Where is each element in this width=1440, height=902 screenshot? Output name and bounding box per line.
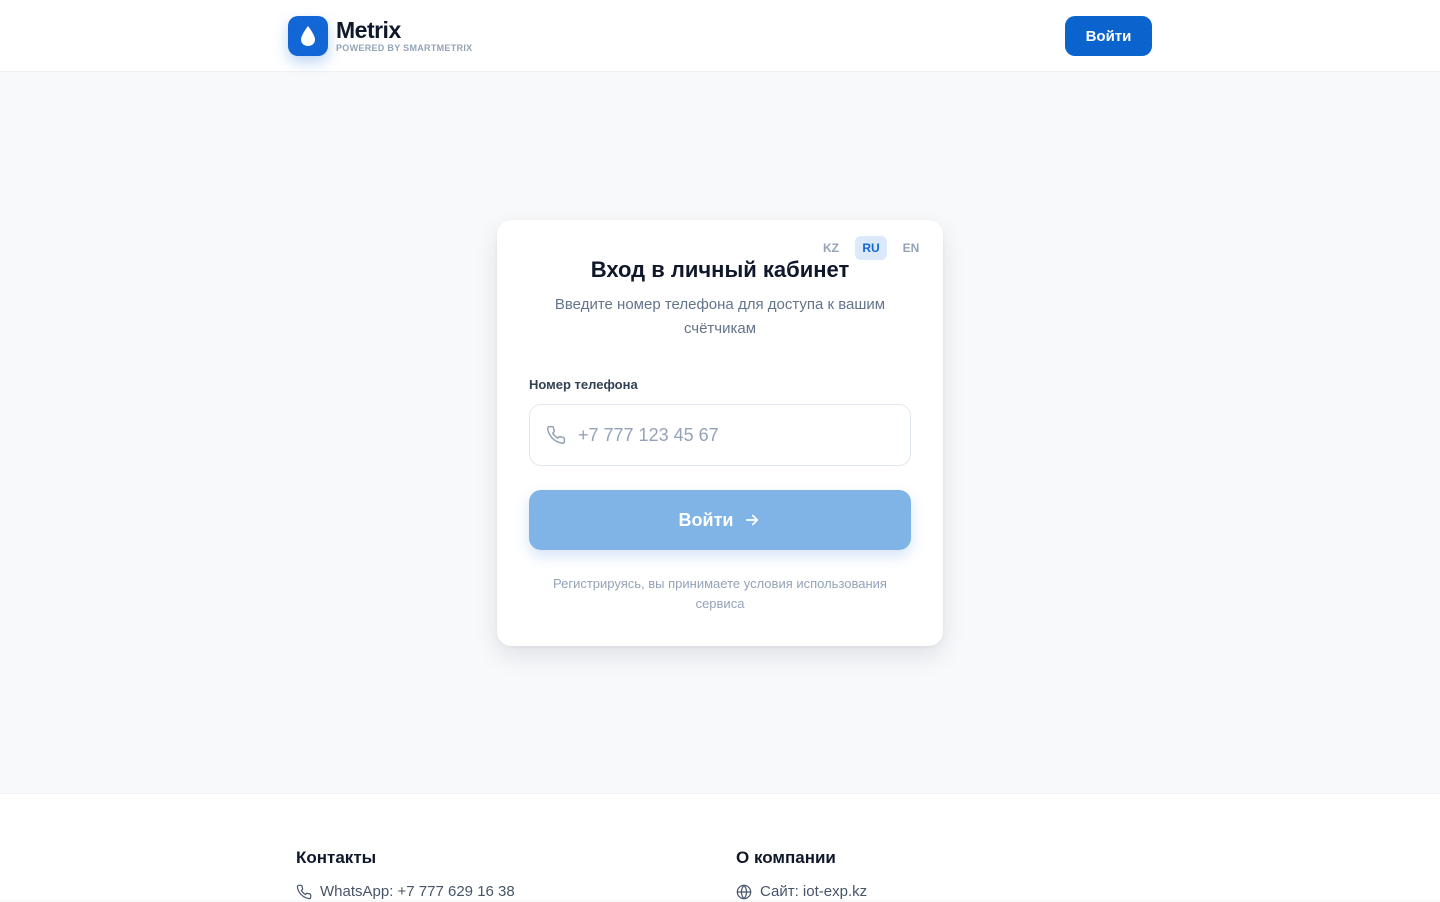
phone-input[interactable]	[578, 415, 898, 455]
footer-contacts: Контакты WhatsApp: +7 777 629 16 38	[296, 848, 515, 902]
footer-website[interactable]: Сайт: iot-exp.kz	[736, 882, 867, 902]
phone-label: Номер телефона	[529, 377, 638, 392]
footer: Контакты WhatsApp: +7 777 629 16 38 О ко…	[0, 793, 1440, 900]
footer-whatsapp[interactable]: WhatsApp: +7 777 629 16 38	[296, 882, 515, 902]
phone-field[interactable]	[529, 404, 911, 466]
footer-website-text: Сайт: iot-exp.kz	[760, 883, 868, 900]
footer-company-heading: О компании	[736, 848, 836, 867]
login-card: KZ RU EN Вход в личный кабинет Введите н…	[497, 220, 943, 646]
logo-tile[interactable]	[288, 16, 328, 56]
terms-text: Регистрируясь, вы принимаете условия исп…	[553, 576, 887, 611]
footer-contacts-heading: Контакты	[296, 848, 377, 867]
top-header: Metrix POWERED BY SMARTMETRIX Войти	[0, 0, 1440, 72]
water-drop-icon	[301, 26, 315, 46]
arrow-right-icon	[746, 514, 759, 526]
logo-tagline: POWERED BY SMARTMETRIX	[336, 43, 473, 53]
card-title: Вход в личный кабинет	[590, 257, 850, 282]
phone-icon	[296, 884, 312, 900]
header-login-button[interactable]: Войти	[1065, 16, 1152, 56]
phone-icon	[547, 425, 566, 444]
globe-icon	[736, 884, 752, 900]
logo-name[interactable]: Metrix	[336, 16, 401, 44]
footer-whatsapp-text: WhatsApp: +7 777 629 16 38	[320, 883, 515, 900]
submit-button-label: Войти	[678, 509, 734, 530]
footer-company: О компании Сайт: iot-exp.kz	[736, 848, 867, 902]
submit-button[interactable]: Войти	[529, 490, 911, 550]
card-subtitle: Введите номер телефона для доступа к ваш…	[554, 296, 886, 337]
